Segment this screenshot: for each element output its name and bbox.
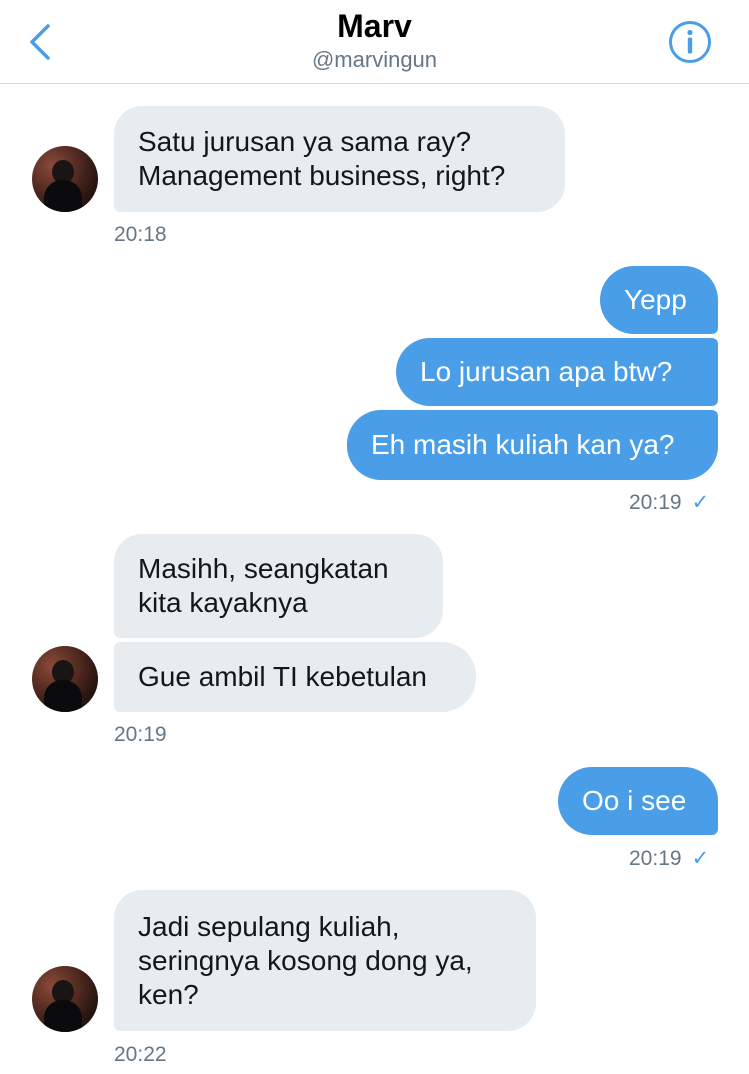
avatar[interactable] xyxy=(32,966,98,1032)
message-bubble-outgoing[interactable]: Eh masih kuliah kan ya? xyxy=(347,410,718,480)
message-timestamp: 20:19 ✓ xyxy=(629,846,709,872)
contact-handle: @marvingun xyxy=(311,47,438,72)
conversation-header: Marv @marvingun xyxy=(0,0,749,84)
read-check-icon: ✓ xyxy=(691,491,710,514)
message-bubble-incoming[interactable]: Satu jurusan ya sama ray? Management bus… xyxy=(114,106,565,212)
timestamp-text: 20:19 xyxy=(629,491,682,514)
conversation-title-block[interactable]: Marv @marvingun xyxy=(0,6,749,74)
info-circle-icon[interactable] xyxy=(665,17,715,67)
message-timestamp: 20:22 xyxy=(114,1043,167,1066)
read-check-icon: ✓ xyxy=(691,847,710,870)
message-bubble-outgoing[interactable]: Lo jurusan apa btw? xyxy=(396,338,718,406)
avatar[interactable] xyxy=(32,146,98,212)
message-bubble-incoming[interactable]: Masihh, seangkatan kita kayaknya xyxy=(114,534,443,638)
timestamp-text: 20:19 xyxy=(629,847,682,870)
message-bubble-incoming[interactable]: Jadi sepulang kuliah, seringnya kosong d… xyxy=(114,890,536,1031)
contact-name: Marv xyxy=(337,8,412,44)
avatar[interactable] xyxy=(32,646,98,712)
message-bubble-outgoing[interactable]: Yepp xyxy=(600,266,718,334)
message-bubble-outgoing[interactable]: Oo i see xyxy=(558,767,718,835)
message-timestamp: 20:18 xyxy=(114,223,167,246)
message-bubble-incoming[interactable]: Gue ambil TI kebetulan xyxy=(114,642,476,712)
message-timestamp: 20:19 ✓ xyxy=(629,490,709,516)
message-timestamp: 20:19 xyxy=(114,723,167,746)
